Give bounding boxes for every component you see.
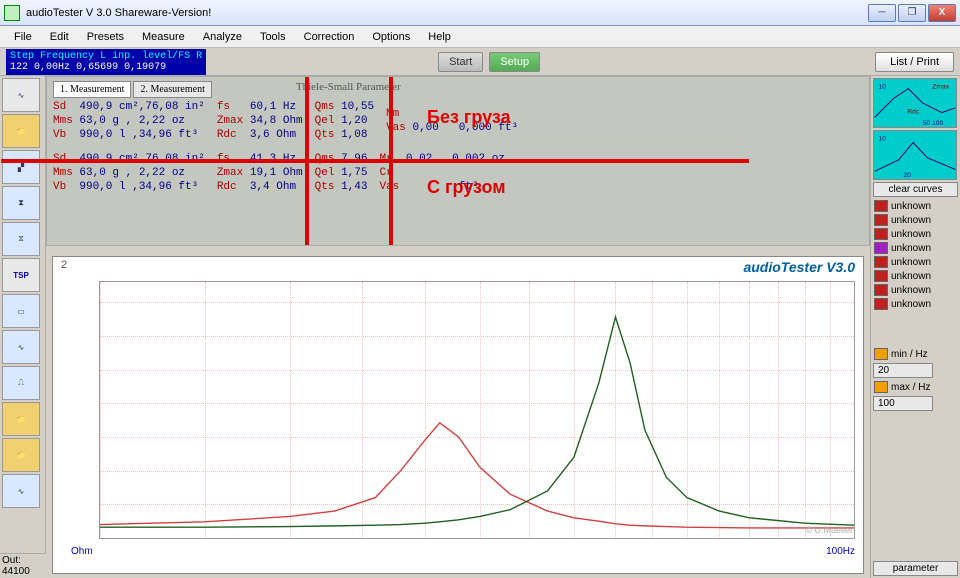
svg-text:20: 20 [903, 172, 911, 179]
right-panel: 10 50 100 Zmax Rdc 10 20 clear curves unknow… [870, 76, 960, 578]
app-icon [4, 5, 20, 21]
setup-button[interactable]: Setup [489, 52, 540, 72]
ts-parameters-panel: 1. Measurement 2. Measurement Thiele-Sma… [46, 76, 870, 246]
max-hz-label: max / Hz [891, 382, 930, 393]
tab-measurement-2[interactable]: 2. Measurement [133, 81, 211, 98]
tool-folder2[interactable]: 📁 [2, 402, 40, 436]
top-toolbar: Step Frequency L inp. level/FS R 122 0,0… [0, 48, 960, 76]
menu-presets[interactable]: Presets [79, 28, 132, 46]
tool-folder1[interactable]: 📁 [2, 114, 40, 148]
tool-pulse[interactable]: ⎍ [2, 366, 40, 400]
impedance-curve [100, 423, 854, 528]
tool-scope3[interactable]: ▭ [2, 294, 40, 328]
color-swatch-icon [874, 200, 888, 212]
color-swatch-icon [874, 242, 888, 254]
menu-options[interactable]: Options [364, 28, 418, 46]
color-swatch-icon [874, 214, 888, 226]
clear-curves-button[interactable]: clear curves [873, 182, 958, 197]
impedance-chart: 2 audioTester V3.0 271217222732372030501… [52, 256, 864, 574]
status-out: Out: 44100 [0, 553, 46, 578]
tool-spectrum[interactable]: ▞ [2, 150, 40, 184]
window-title: audioTester V 3.0 Shareware-Version! [26, 7, 868, 19]
curve-item[interactable]: unknown [873, 255, 958, 269]
curve-list: unknown unknown unknown unknown unknown unkno… [873, 199, 958, 345]
svg-text:10: 10 [879, 84, 887, 91]
curve-item[interactable]: unknown [873, 227, 958, 241]
tool-scope2[interactable]: ⧖ [2, 222, 40, 256]
minimize-button[interactable]: ─ [868, 4, 896, 22]
chart-copyright: © U.Mueller [805, 525, 853, 535]
curve-label: unknown [891, 229, 931, 240]
svg-text:Zmax: Zmax [932, 84, 949, 91]
tool-folder3[interactable]: 📁 [2, 438, 40, 472]
content-area: 1. Measurement 2. Measurement Thiele-Sma… [46, 76, 870, 578]
curve-label: unknown [891, 285, 931, 296]
color-swatch-icon [874, 256, 888, 268]
tool-tsp[interactable]: TSP [2, 258, 40, 292]
start-button[interactable]: Start [438, 52, 483, 72]
curve-label: unknown [891, 271, 931, 282]
min-hz-label: min / Hz [891, 349, 928, 360]
curve-item[interactable]: unknown [873, 241, 958, 255]
tool-wave2[interactable]: ∿ [2, 330, 40, 364]
parameter-button[interactable]: parameter [873, 561, 958, 576]
x-axis-unit: 100Hz [826, 546, 855, 557]
close-button[interactable]: X [928, 4, 956, 22]
left-toolbar: ∿ 📁 ▞ ⧗ ⧖ TSP ▭ ∿ ⎍ 📁 📁 ∿ Out: 44100 [0, 76, 46, 578]
chart-corner-label: 2 [61, 259, 67, 271]
maximize-button[interactable]: ❐ [898, 4, 926, 22]
tool-sine[interactable]: ∿ [2, 474, 40, 508]
menu-tools[interactable]: Tools [252, 28, 294, 46]
color-swatch-icon [874, 298, 888, 310]
annotation-no-load: Без груза [427, 107, 511, 128]
mini-chart-1[interactable]: 10 50 100 Zmax Rdc [873, 78, 957, 128]
impedance-curve [100, 317, 854, 527]
menu-help[interactable]: Help [420, 28, 459, 46]
max-swatch-icon [874, 381, 888, 393]
curve-label: unknown [891, 257, 931, 268]
mini-chart-2[interactable]: 10 20 [873, 130, 957, 180]
chart-title: audioTester V3.0 [743, 259, 855, 275]
curve-label: unknown [891, 299, 931, 310]
menu-correction[interactable]: Correction [296, 28, 363, 46]
max-hz-input[interactable] [873, 396, 933, 411]
curve-item[interactable]: unknown [873, 297, 958, 311]
min-swatch-icon [874, 348, 888, 360]
color-swatch-icon [874, 284, 888, 296]
menu-analyze[interactable]: Analyze [195, 28, 250, 46]
curve-item[interactable]: unknown [873, 213, 958, 227]
svg-text:Rdc: Rdc [907, 109, 920, 116]
tool-wave[interactable]: ∿ [2, 78, 40, 112]
tab-measurement-1[interactable]: 1. Measurement [53, 81, 131, 98]
menu-measure[interactable]: Measure [134, 28, 193, 46]
curve-label: unknown [891, 215, 931, 226]
chart-plot-area[interactable]: 27121722273237203050100 [99, 281, 855, 539]
curve-label: unknown [891, 201, 931, 212]
min-hz-input[interactable] [873, 363, 933, 378]
curve-item[interactable]: unknown [873, 199, 958, 213]
titlebar: audioTester V 3.0 Shareware-Version! ─ ❐… [0, 0, 960, 26]
svg-text:10: 10 [879, 136, 887, 143]
color-swatch-icon [874, 228, 888, 240]
svg-text:50 100: 50 100 [923, 120, 944, 127]
list-print-button[interactable]: List / Print [875, 52, 954, 72]
y-axis-unit: Ohm [71, 546, 93, 557]
annotation-with-load: С грузом [427, 177, 506, 198]
menu-file[interactable]: File [6, 28, 40, 46]
tool-scope[interactable]: ⧗ [2, 186, 40, 220]
annotation-hline [1, 159, 749, 163]
color-swatch-icon [874, 270, 888, 282]
menu-edit[interactable]: Edit [42, 28, 77, 46]
curve-item[interactable]: unknown [873, 283, 958, 297]
menubar: File Edit Presets Measure Analyze Tools … [0, 26, 960, 48]
curve-label: unknown [891, 243, 931, 254]
step-readout: Step Frequency L inp. level/FS R 122 0,0… [6, 49, 206, 75]
curve-item[interactable]: unknown [873, 269, 958, 283]
ts-title: Thiele-Small Parameter [296, 81, 401, 98]
